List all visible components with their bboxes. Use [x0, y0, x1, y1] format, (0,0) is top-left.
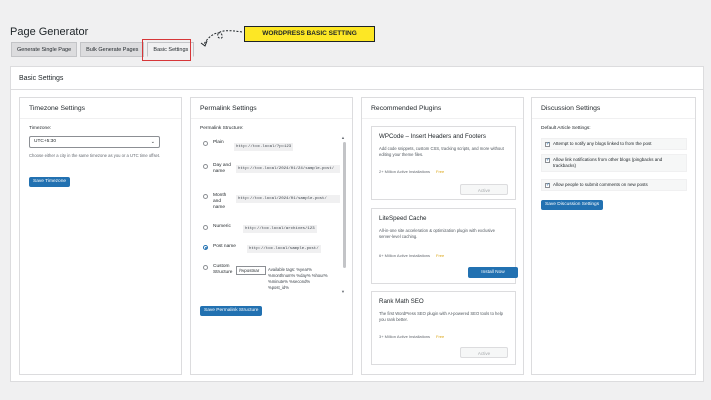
permalink-example: http://toc.local/2024/01/sample-post/: [236, 195, 340, 203]
chevron-down-icon: ⌄: [150, 139, 155, 145]
discussion-option[interactable]: Allow people to submit comments on new p…: [541, 179, 687, 191]
default-article-settings-label: Default Article Settings:: [541, 126, 591, 131]
plugin-card: Rank Math SEO The first WordPress SEO pl…: [371, 291, 516, 365]
permalink-example: http://toc.local/archives/123: [243, 225, 317, 233]
permalink-example: http://toc.local/2024/01/24/sample-post/: [236, 165, 340, 173]
page-title: Page Generator: [10, 26, 89, 38]
checkbox[interactable]: [545, 182, 550, 188]
discussion-option[interactable]: Attempt to notify any blogs linked to fr…: [541, 138, 687, 150]
save-timezone-button[interactable]: Save Timezone: [29, 177, 71, 187]
callout-label: WORDPRESS BASIC SETTING: [244, 26, 375, 42]
radio-custom-structure[interactable]: [203, 265, 208, 270]
timezone-field-label: Timezone:: [29, 126, 52, 131]
divider: [191, 118, 352, 119]
discussion-panel: Discussion Settings Default Article Sett…: [531, 97, 696, 375]
checkbox[interactable]: [545, 141, 550, 147]
timezone-help-text: Choose either a city in the same timezon…: [29, 153, 161, 158]
permalink-option-label: Day and name: [213, 163, 231, 174]
plugin-active-button[interactable]: Active: [460, 347, 508, 358]
plugin-installs: 2+ Million Active Installations Free: [379, 169, 445, 174]
plugin-active-button[interactable]: Active: [460, 184, 508, 195]
permalink-example: http://toc.local/?p=123: [234, 143, 294, 151]
permalink-title: Permalink Settings: [200, 105, 257, 112]
scrollbar-thumb[interactable]: [343, 142, 346, 268]
permalink-option-label: Post name: [213, 244, 236, 249]
available-tags-text: Available tags: %year% %monthnum% %day% …: [268, 267, 328, 290]
custom-structure-input[interactable]: /%postnar: [236, 266, 266, 275]
permalink-option-label: Custom Structure: [213, 264, 233, 275]
install-now-button[interactable]: Install Now: [468, 267, 518, 278]
discussion-title: Discussion Settings: [541, 105, 601, 112]
radio-plain[interactable]: [203, 141, 208, 146]
plugin-installs: 6+ Million Active Installations Free: [379, 253, 445, 258]
plugin-name: WPCode – Insert Headers and Footers: [379, 133, 486, 140]
plugins-panel: Recommended Plugins WPCode – Insert Head…: [361, 97, 524, 375]
timezone-panel: Timezone Settings Timezone: UTC+5:30 ⌄ C…: [19, 97, 182, 375]
permalink-panel: Permalink Settings Permalink Structure: …: [190, 97, 353, 375]
timezone-select[interactable]: UTC+5:30 ⌄: [29, 136, 160, 148]
scroll-up-icon[interactable]: ▲: [341, 135, 345, 140]
plugin-price: Free: [436, 169, 445, 174]
timezone-select-value: UTC+5:30: [34, 139, 56, 144]
curly-arrow-icon: [200, 30, 243, 47]
plugin-price: Free: [436, 334, 445, 339]
permalink-option-label: Plain: [213, 140, 224, 145]
divider: [11, 89, 703, 90]
plugin-installs: 3+ Million Active Installations Free: [379, 334, 445, 339]
radio-numeric[interactable]: [203, 225, 208, 230]
basic-settings-card: Basic Settings Timezone Settings Timezon…: [10, 66, 704, 382]
plugin-card: WPCode – Insert Headers and Footers Add …: [371, 126, 516, 200]
tab-generate-single-page[interactable]: Generate Single Page: [11, 42, 78, 57]
radio-month-and-name[interactable]: [203, 194, 208, 199]
permalink-structure-label: Permalink Structure:: [200, 126, 244, 131]
tab-bulk-generate-pages[interactable]: Bulk Generate Pages: [80, 42, 145, 57]
radio-day-and-name[interactable]: [203, 164, 208, 169]
divider: [20, 118, 181, 119]
plugin-card: LiteSpeed Cache All-in-one site accelera…: [371, 208, 518, 284]
section-heading: Basic Settings: [19, 75, 64, 82]
tab-highlight-box: [142, 39, 191, 61]
permalink-option-label: Numeric: [213, 224, 231, 229]
radio-post-name[interactable]: [203, 245, 208, 250]
divider: [532, 118, 695, 119]
plugin-name: LiteSpeed Cache: [379, 215, 427, 222]
checkbox[interactable]: [545, 157, 550, 163]
plugin-name: Rank Math SEO: [379, 298, 424, 305]
plugins-title: Recommended Plugins: [371, 105, 442, 112]
plugin-description: The first WordPress SEO plugin with AI-p…: [379, 311, 503, 322]
scroll-down-icon[interactable]: ▼: [341, 289, 345, 294]
divider: [362, 118, 523, 119]
plugin-price: Free: [436, 253, 445, 258]
page-root: Page Generator Generate Single Page Bulk…: [0, 0, 711, 400]
timezone-title: Timezone Settings: [29, 105, 86, 112]
save-discussion-button[interactable]: Save Discussion Settings: [541, 200, 604, 210]
discussion-option[interactable]: Allow link notifications from other blog…: [541, 154, 687, 172]
plugin-description: All-in-one site acceleration & optimizat…: [379, 228, 495, 239]
permalink-option-label: Month and name: [213, 193, 227, 210]
permalink-example: http://toc.local/sample-post/: [247, 245, 321, 253]
save-permalink-button[interactable]: Save Permalink Structure: [200, 306, 263, 316]
plugin-description: Add code snippets, custom CSS, tracking …: [379, 146, 504, 157]
